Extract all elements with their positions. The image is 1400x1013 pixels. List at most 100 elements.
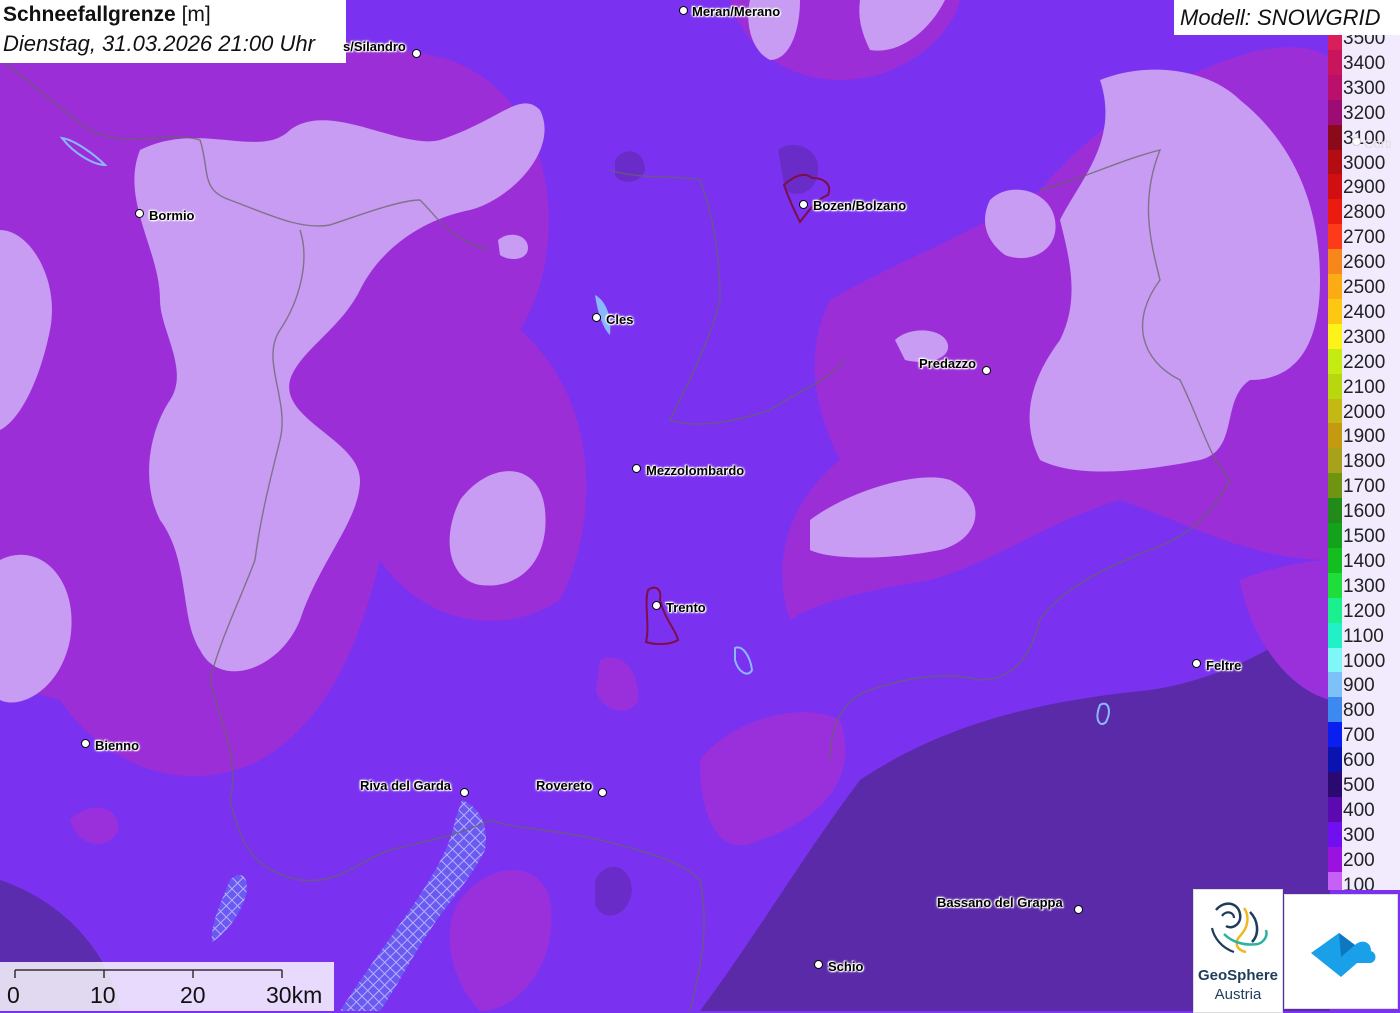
weather-app-logo[interactable] [1284,894,1398,1009]
legend-swatch [1328,747,1342,773]
legend-swatch [1328,697,1342,723]
legend-swatch [1328,423,1342,449]
legend-label: 3000 [1343,152,1386,174]
city-label: s/Silandro [343,39,406,54]
legend-label: 2500 [1343,277,1386,298]
legend-swatch [1328,672,1342,698]
legend-entry: 2900 [1328,174,1400,200]
legend-swatch [1328,174,1342,200]
city-label: Mezzolombardo [646,463,745,478]
legend-swatch [1328,199,1342,225]
city-marker [460,788,469,797]
city-label: Rovereto [536,778,593,793]
city-marker [1192,659,1201,668]
legend-entry: 1000 [1328,647,1400,673]
legend-label: 2900 [1343,177,1386,199]
city-marker [982,366,991,375]
city-label: Trento [666,600,706,615]
legend-label: 300 [1343,824,1375,846]
model-panel: Modell: SNOWGRID [1174,0,1400,35]
city-marker [592,313,601,322]
legend-label: 2300 [1343,326,1386,348]
legend-entry: 2500 [1328,274,1400,299]
legend-entry: 1100 [1328,622,1400,648]
city-label: Feltre [1206,658,1242,673]
snowfall-map[interactable] [0,0,1400,1011]
legend-swatch [1328,772,1342,797]
scale-label-20: 20 [180,982,206,1008]
geosphere-logo[interactable]: GeoSphere Austria [1193,889,1283,1013]
map-datetime: Dienstag, 31.03.2026 21:00 Uhr [3,31,315,56]
city-marker [679,6,688,15]
legend-swatch [1328,597,1342,623]
legend-swatch [1328,99,1342,125]
legend-swatch [1328,298,1342,324]
legend-entry: 500 [1328,772,1400,797]
legend-label: 2200 [1343,351,1386,373]
legend-swatch [1328,249,1342,275]
map-title-bold: Schneefallgrenze [3,3,176,26]
legend-entry: 200 [1328,846,1400,872]
legend-label: 3300 [1343,77,1386,99]
city-label: Predazzo [919,356,977,371]
legend-label: 1500 [1343,526,1386,547]
legend-label: 700 [1343,725,1375,747]
color-legend: 3500 3400 3300 3200 3100 3000 2900 2800 2700 2600… [1328,35,1400,890]
legend-label: 2100 [1343,376,1386,398]
house-cloud-icon [1311,933,1376,977]
legend-entry: 800 [1328,697,1400,723]
legend-swatch [1328,35,1342,50]
legend-entry: 1500 [1328,523,1400,548]
map-title: Schneefallgrenze [m] [3,3,211,27]
city-marker [814,960,823,969]
legend-label: 1100 [1343,625,1384,647]
legend-swatch [1328,124,1342,150]
legend-entry: 3200 [1328,99,1400,125]
legend-swatch [1328,149,1342,175]
city-label: Bienno [95,738,140,753]
legend-entry: 1800 [1328,448,1400,474]
legend-label: 500 [1343,775,1375,796]
legend-label: 900 [1343,675,1375,697]
legend-swatch [1328,274,1342,299]
model-label: Modell: SNOWGRID [1180,5,1381,30]
legend-swatch [1328,722,1342,748]
legend-entry: 2000 [1328,398,1400,424]
legend-entry: 600 [1328,747,1400,773]
legend-entry: 2400 [1328,298,1400,324]
legend-entry: 2700 [1328,224,1400,250]
legend-entry: 1900 [1328,423,1400,449]
legend-entry: 2800 [1328,199,1400,225]
city-label: Bozen/Bolzano [813,198,907,213]
city-marker [412,49,421,58]
legend-label: 400 [1343,799,1375,821]
legend-label: 600 [1343,750,1375,772]
legend-entry: 1700 [1328,473,1400,499]
city-marker [652,601,661,610]
legend-label: 100 [1343,874,1375,890]
legend-swatch [1328,49,1342,75]
city-label: Schio [828,959,864,974]
legend-swatch [1328,846,1342,872]
legend-label: 1600 [1343,501,1386,523]
city-marker [81,739,90,748]
legend-label: 800 [1343,700,1375,722]
scale-label-10: 10 [90,982,116,1008]
legend-entry: 700 [1328,722,1400,748]
legend-swatch [1328,448,1342,474]
legend-label: 1400 [1343,550,1386,572]
legend-swatch [1328,224,1342,250]
legend-entry: 2200 [1328,348,1400,374]
legend-swatch [1328,647,1342,673]
legend-entry: 300 [1328,821,1400,847]
legend-entry: 400 [1328,796,1400,822]
scale-label-30: 30km [266,982,323,1008]
scale-label-0: 0 [7,982,20,1008]
scale-bar: 0 10 20 30km [0,962,334,1011]
legend-entry: 3300 [1328,74,1400,100]
legend-swatch [1328,323,1342,349]
legend-label: 2000 [1343,401,1386,423]
legend-label: 200 [1343,849,1375,871]
city-marker [632,464,641,473]
geosphere-sub: Austria [1214,986,1262,1003]
